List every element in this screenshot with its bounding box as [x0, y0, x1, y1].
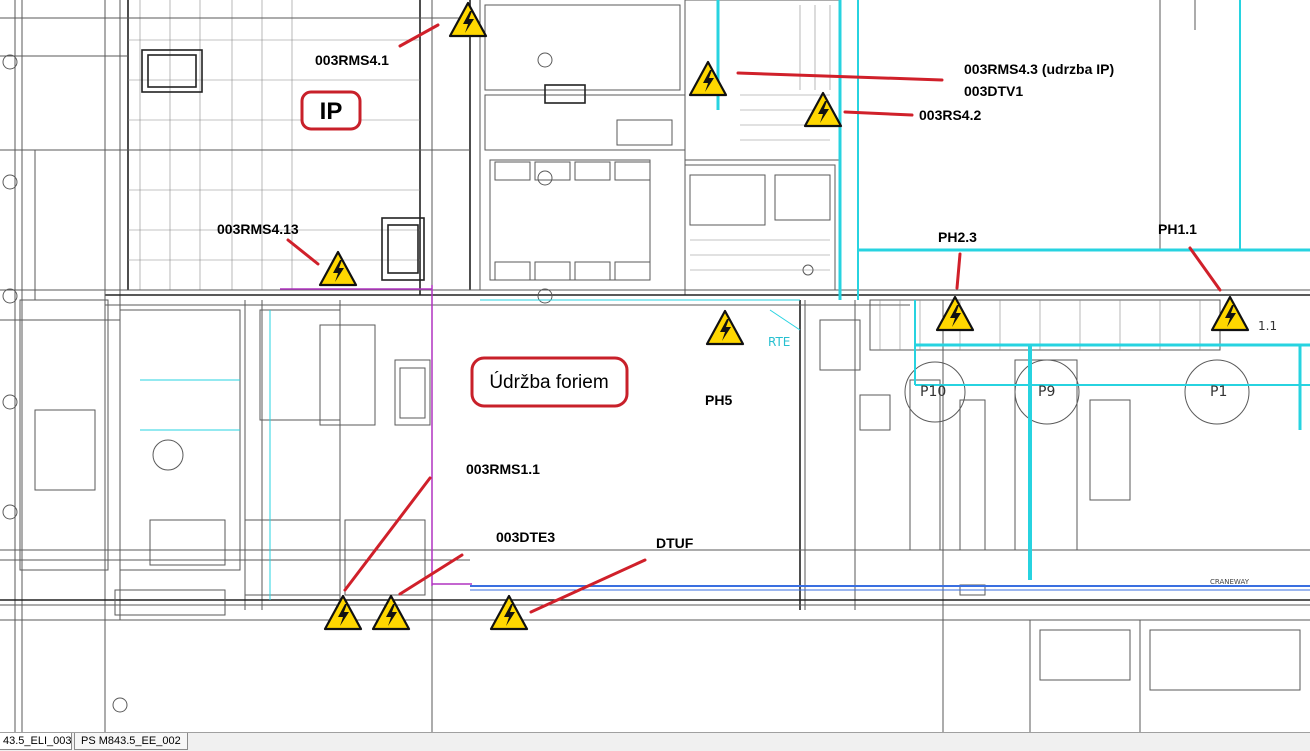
room-label-p9: P9 [1038, 384, 1055, 400]
sheet-tab-ee-002[interactable]: PS M843.5_EE_002 [74, 733, 188, 750]
sheet-tab-bar: 43.5_ELI_003 PS M843.5_EE_002 [0, 732, 1310, 751]
ip-box-label: IP [320, 98, 343, 125]
callout-ph1-1: PH1.1 [1158, 221, 1197, 237]
callout-003dtv1: 003DTV1 [964, 83, 1023, 99]
callout-003dte3: 003DTE3 [496, 529, 555, 545]
room-label-rt: RTE [768, 335, 790, 349]
floor-plan-drawing: P1 P9 P10 CRANEWAY 1.1 RTE IP Údržba for… [0, 0, 1310, 732]
callout-003rms4-1: 003RMS4.1 [315, 52, 389, 68]
ip-box: IP [300, 90, 362, 131]
callout-003rms1-1: 003RMS1.1 [466, 461, 540, 477]
room-label-p10: P10 [920, 384, 946, 400]
warning-icon[interactable] [935, 295, 975, 332]
warning-icon[interactable] [318, 250, 358, 287]
udrzba-foriem-label: Údržba foriem [489, 371, 608, 393]
callout-labels: 003RMS4.1 003RMS4.3 (udrzba IP) 003DTV1 … [217, 52, 1197, 551]
callout-ph2-3: PH2.3 [938, 229, 977, 245]
cad-background: P1 P9 P10 CRANEWAY 1.1 RTE [0, 0, 1310, 732]
room-label-p1: P1 [1210, 384, 1227, 400]
callout-ph5: PH5 [705, 392, 732, 408]
warning-icons [318, 1, 1250, 631]
warning-icon[interactable] [371, 594, 411, 631]
warning-icon[interactable] [448, 1, 488, 38]
sheet-tab-eli-003[interactable]: 43.5_ELI_003 [0, 733, 72, 750]
warning-icon[interactable] [705, 309, 745, 346]
room-label-1-1: 1.1 [1258, 319, 1277, 333]
warning-icon[interactable] [688, 60, 728, 97]
warning-icon[interactable] [803, 91, 843, 128]
callout-003rms4-3: 003RMS4.3 (udrzba IP) [964, 61, 1114, 77]
udrzba-foriem-box: Údržba foriem [470, 356, 629, 408]
room-label-craneway: CRANEWAY [1210, 578, 1250, 586]
warning-icon[interactable] [489, 594, 529, 631]
warning-icon[interactable] [1210, 295, 1250, 332]
callout-dtuf: DTUF [656, 535, 694, 551]
callout-003rms4-13: 003RMS4.13 [217, 221, 299, 237]
callout-003rs4-2: 003RS4.2 [919, 107, 981, 123]
warning-icon[interactable] [323, 594, 363, 631]
